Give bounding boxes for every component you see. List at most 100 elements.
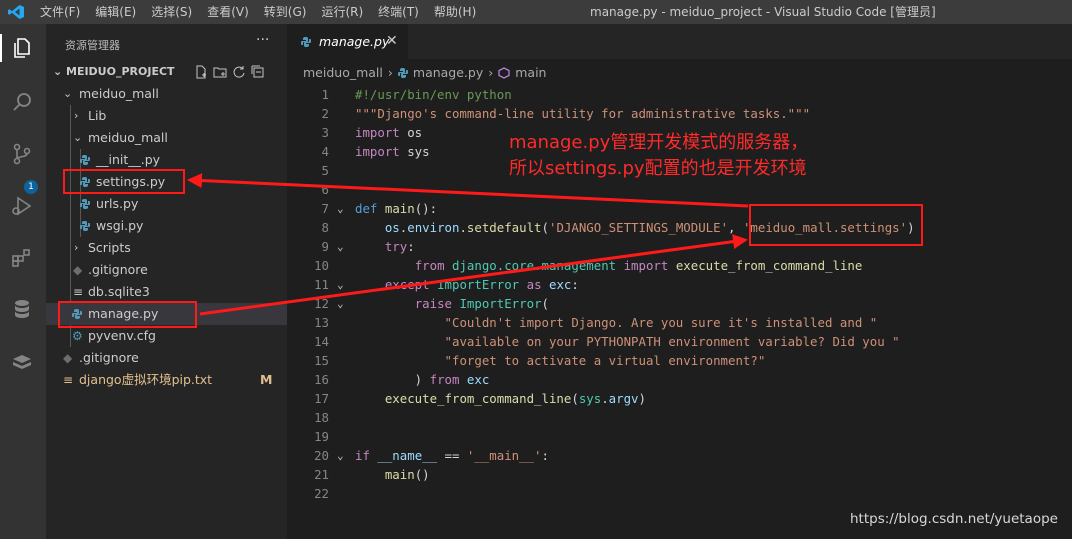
code-line[interactable]: 17 execute_from_command_line(sys.argv) — [287, 389, 1072, 408]
menu-bar: 文件(F) 编辑(E) 选择(S) 查看(V) 转到(G) 运行(R) 终端(T… — [40, 0, 491, 24]
code-line[interactable]: 16 ) from exc — [287, 370, 1072, 389]
menu-help[interactable]: 帮助(H) — [434, 0, 476, 24]
more-actions-button[interactable]: ··· — [256, 32, 269, 48]
database-icon[interactable] — [10, 298, 34, 322]
line-number: 19 — [314, 429, 329, 444]
code-line[interactable]: 9 ⌄ try: — [287, 237, 1072, 256]
chevron-right-icon: › — [74, 109, 79, 122]
menu-run[interactable]: 运行(R) — [321, 0, 363, 24]
code-token: ImportError — [459, 296, 542, 311]
fold-chevron-icon[interactable]: ⌄ — [337, 294, 344, 313]
code-line[interactable]: 10 from django.core.management import ex… — [287, 256, 1072, 275]
gitignore-icon: ◆ — [63, 351, 73, 365]
code-token: as — [526, 277, 542, 292]
breadcrumb-symbol[interactable]: main — [515, 62, 546, 84]
scm-badge: 1 — [24, 180, 38, 194]
code-token: import — [355, 144, 400, 159]
tree-folder-lib[interactable]: › Lib — [46, 105, 287, 127]
menu-file[interactable]: 文件(F) — [40, 0, 80, 24]
code-text: def main(): — [355, 199, 437, 218]
settings-string-highlight-box — [749, 204, 923, 246]
tree-file-urls[interactable]: urls.py — [46, 193, 287, 215]
code-token: 'DJANGO_SETTINGS_MODULE' — [549, 220, 729, 235]
tree-file-django-pip-txt[interactable]: ≡ django虚拟环境pip.txt M — [46, 369, 287, 391]
code-line[interactable]: 13 "Couldn't import Django. Are you sure… — [287, 313, 1072, 332]
tab-manage-py[interactable]: manage.py ✕ — [287, 24, 408, 59]
code-line[interactable]: 8 os.environ.setdefault('DJANGO_SETTINGS… — [287, 218, 1072, 237]
code-token: #!/usr/bin/env python — [355, 87, 512, 102]
tree-file-gitignore-root[interactable]: ◆ .gitignore — [46, 347, 287, 369]
code-line[interactable]: 11 ⌄ except ImportError as exc: — [287, 275, 1072, 294]
tree-folder-meiduo-mall-inner[interactable]: ⌄ meiduo_mall — [46, 127, 287, 149]
menu-view[interactable]: 查看(V) — [207, 0, 249, 24]
source-control-icon[interactable] — [10, 142, 34, 166]
tree-label: db.sqlite3 — [88, 284, 150, 299]
code-line[interactable]: 12 ⌄ raise ImportError( — [287, 294, 1072, 313]
line-number: 10 — [314, 258, 329, 273]
tree-file-gitignore[interactable]: ◆ .gitignore — [46, 259, 287, 281]
explorer-icon[interactable] — [10, 36, 34, 60]
line-number: 16 — [314, 372, 329, 387]
line-number: 3 — [321, 125, 329, 140]
tree-file-pyvenv-cfg[interactable]: ⚙ pyvenv.cfg — [46, 325, 287, 347]
menu-terminal[interactable]: 终端(T) — [378, 0, 419, 24]
menu-selection[interactable]: 选择(S) — [151, 0, 192, 24]
code-line[interactable]: 1 #!/usr/bin/env python — [287, 85, 1072, 104]
code-token: from — [414, 258, 445, 273]
code-token: . — [601, 391, 609, 406]
code-token: """Django's command-line utility for adm… — [355, 106, 811, 121]
code-line[interactable]: 15 "forget to activate a virtual environ… — [287, 351, 1072, 370]
tree-label: urls.py — [96, 196, 139, 211]
collapse-all-icon[interactable] — [251, 65, 265, 79]
code-line[interactable]: 7 ⌄ def main(): — [287, 199, 1072, 218]
code-token: main — [384, 467, 415, 482]
tree-file-init[interactable]: __init__.py — [46, 149, 287, 171]
code-line[interactable]: 19 — [287, 427, 1072, 446]
code-token: () — [414, 467, 430, 482]
code-token: : — [407, 239, 415, 254]
code-text: ) from exc — [355, 370, 490, 389]
new-folder-icon[interactable] — [213, 65, 227, 79]
code-line[interactable]: 14 "available on your PYTHONPATH environ… — [287, 332, 1072, 351]
fold-chevron-icon[interactable]: ⌄ — [337, 237, 344, 256]
code-line[interactable]: 22 — [287, 484, 1072, 503]
breadcrumb-file[interactable]: manage.py — [413, 62, 483, 84]
close-icon[interactable]: ✕ — [386, 24, 398, 59]
title-bar: 文件(F) 编辑(E) 选择(S) 查看(V) 转到(G) 运行(R) 终端(T… — [0, 0, 1072, 24]
run-debug-icon[interactable] — [10, 194, 34, 218]
watermark: https://blog.csdn.net/yuetaope — [850, 511, 1058, 527]
code-token: if — [355, 448, 370, 463]
menu-go[interactable]: 转到(G) — [264, 0, 307, 24]
line-number: 22 — [314, 486, 329, 501]
project-header[interactable]: ⌄ MEIDUO_PROJECT — [46, 61, 287, 83]
code-text: from django.core.management import execu… — [355, 256, 863, 275]
docker-icon[interactable] — [10, 350, 34, 374]
tree-file-wsgi[interactable]: wsgi.py — [46, 215, 287, 237]
code-line[interactable]: 21 main() — [287, 465, 1072, 484]
code-text: main() — [355, 465, 430, 484]
search-icon[interactable] — [10, 90, 34, 114]
fold-chevron-icon[interactable]: ⌄ — [337, 275, 344, 294]
line-number: 1 — [321, 87, 329, 102]
breadcrumb-folder[interactable]: meiduo_mall — [303, 62, 383, 84]
refresh-icon[interactable] — [232, 65, 246, 79]
fold-chevron-icon[interactable]: ⌄ — [337, 446, 344, 465]
code-line[interactable]: 6 — [287, 180, 1072, 199]
code-line[interactable]: 18 — [287, 408, 1072, 427]
tree-label: .gitignore — [79, 350, 139, 365]
chevron-down-icon: ⌄ — [73, 131, 83, 144]
new-file-icon[interactable] — [194, 65, 208, 79]
tree-folder-meiduo-mall[interactable]: ⌄ meiduo_mall — [46, 83, 287, 105]
python-file-icon — [80, 155, 90, 165]
code-line[interactable]: 2 """Django's command-line utility for ad… — [287, 104, 1072, 123]
code-line[interactable]: 20 ⌄ if __name__ == '__main__': — [287, 446, 1072, 465]
extensions-icon[interactable] — [10, 246, 34, 270]
menu-edit[interactable]: 编辑(E) — [95, 0, 136, 24]
tree-folder-scripts[interactable]: › Scripts — [46, 237, 287, 259]
fold-chevron-icon[interactable]: ⌄ — [337, 199, 344, 218]
tab-bar: manage.py ✕ — [287, 24, 1072, 59]
code-token: "available on your PYTHONPATH environmen… — [444, 334, 900, 349]
tree-file-db-sqlite3[interactable]: ≡ db.sqlite3 — [46, 281, 287, 303]
